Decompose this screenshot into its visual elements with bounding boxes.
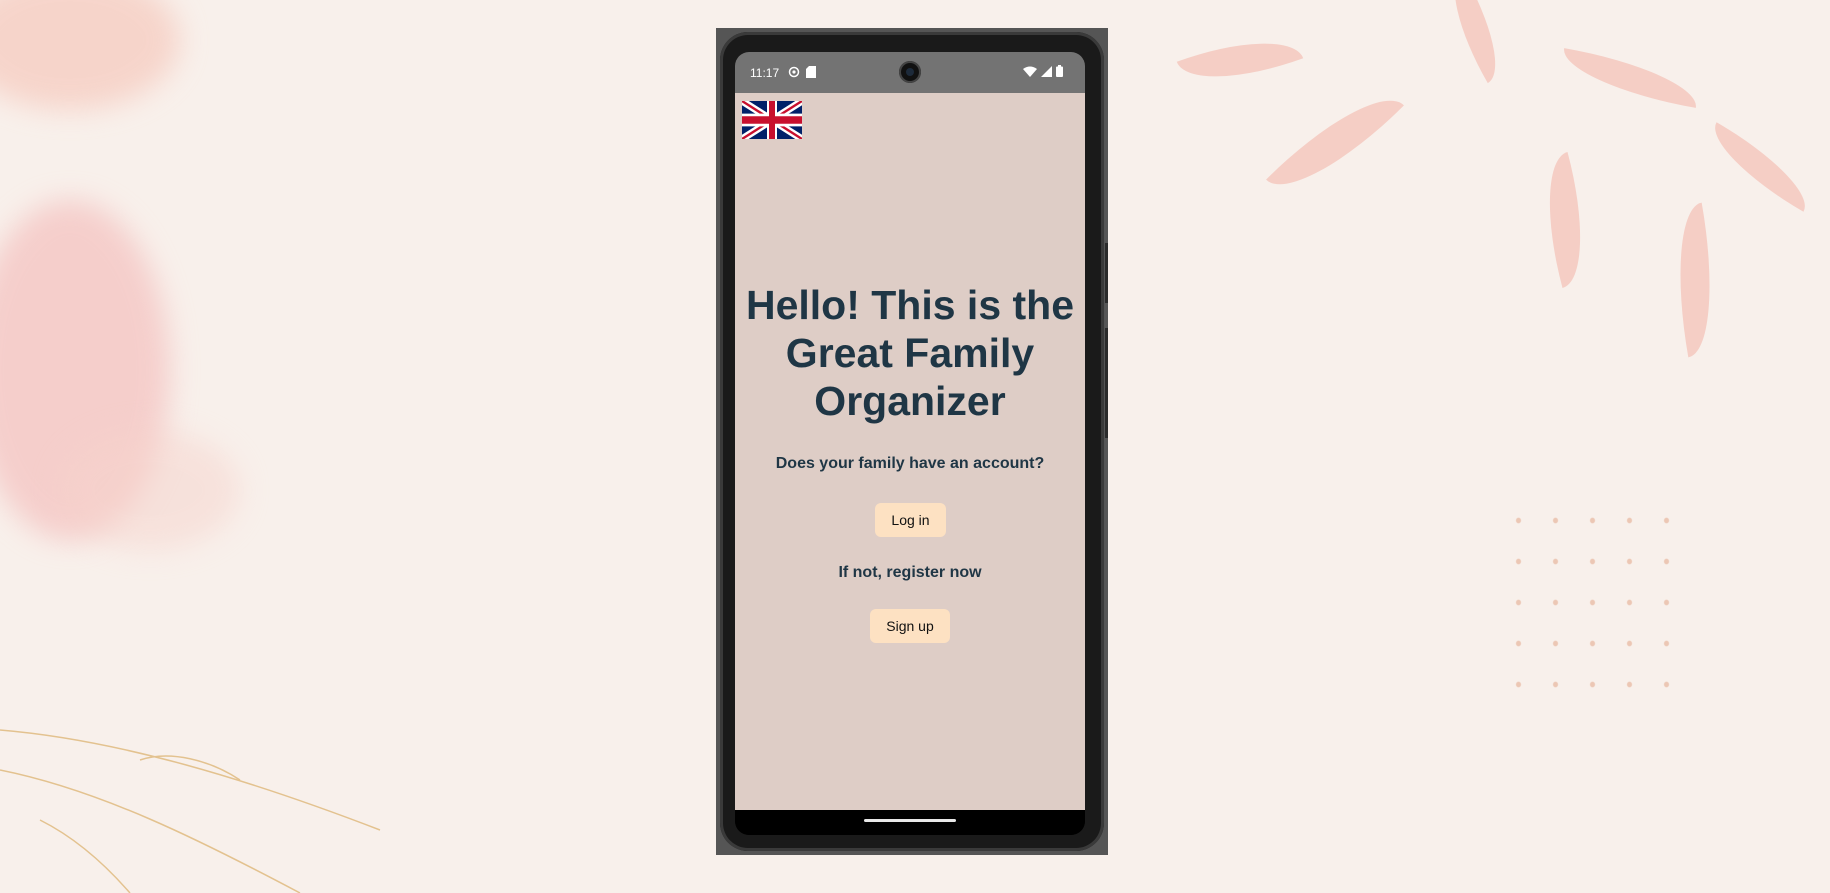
decorative-branch <box>0 729 381 893</box>
language-selector-button[interactable] <box>742 101 802 139</box>
welcome-title-line: Hello! This is the <box>745 282 1075 328</box>
uk-flag-icon <box>742 101 802 139</box>
watercolor-blob <box>0 0 180 110</box>
phone-frame: 11:17 Hello! This is the Great Family Or… <box>716 28 1108 855</box>
watercolor-blob <box>60 430 240 550</box>
decorative-leaf <box>1266 73 1404 212</box>
navigation-bar <box>735 810 1085 835</box>
power-button[interactable] <box>1105 243 1108 303</box>
register-prompt: If not, register now <box>838 564 982 581</box>
welcome-screen: Hello! This is the Great Family Organize… <box>735 93 1085 810</box>
signal-icon <box>1041 65 1052 77</box>
decorative-leaf <box>1662 202 1728 358</box>
device-screen: 11:17 Hello! This is the Great Family Or… <box>735 52 1085 835</box>
welcome-title: Hello! This is the Great Family Organize… <box>735 281 1085 425</box>
account-question: Does your family have an account? <box>775 455 1045 472</box>
decorative-leaf <box>1432 0 1518 84</box>
settings-icon <box>788 66 800 78</box>
decorative-leaf <box>1176 20 1304 100</box>
decorative-leaf <box>1557 48 1703 108</box>
volume-button[interactable] <box>1105 328 1108 438</box>
status-time: 11:17 <box>750 66 780 80</box>
welcome-title-line: Organizer <box>814 378 1006 424</box>
home-indicator[interactable] <box>864 819 956 822</box>
welcome-title-line: Great Family <box>785 330 1035 376</box>
sim-card-icon <box>806 66 816 78</box>
decorative-leaf <box>1528 152 1602 288</box>
signup-button[interactable]: Sign up <box>870 609 950 643</box>
status-icons-right <box>1023 65 1063 77</box>
decorative-dots <box>1500 500 1700 700</box>
decorative-leaf <box>1699 122 1821 212</box>
wifi-icon <box>1023 66 1037 77</box>
front-camera <box>899 61 921 83</box>
status-icons-left <box>788 66 816 78</box>
battery-icon <box>1056 65 1063 77</box>
login-button[interactable]: Log in <box>875 503 946 537</box>
status-bar: 11:17 <box>735 52 1085 93</box>
